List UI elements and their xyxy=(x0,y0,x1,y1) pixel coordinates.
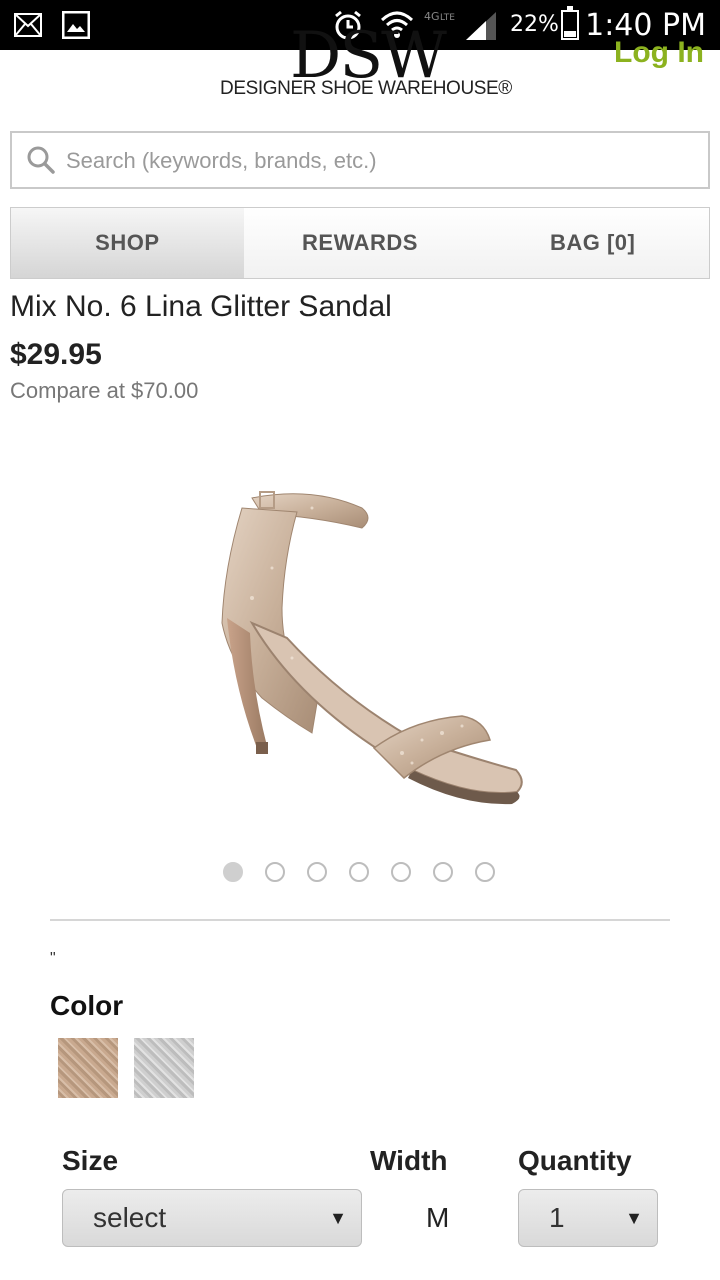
product-title: Mix No. 6 Lina Glitter Sandal xyxy=(10,290,392,323)
dropdown-arrow-icon: ▼ xyxy=(329,1208,347,1228)
search-box[interactable] xyxy=(10,131,710,189)
carousel-dot[interactable] xyxy=(349,862,369,882)
carousel-dot[interactable] xyxy=(475,862,495,882)
search-input[interactable] xyxy=(64,139,698,183)
color-label: Color xyxy=(50,990,124,1021)
stray-quote-mark: " xyxy=(50,950,56,967)
width-label: Width xyxy=(370,1145,448,1176)
product-image[interactable] xyxy=(112,448,608,824)
carousel-dot[interactable] xyxy=(265,862,285,882)
sandal-image xyxy=(221,491,523,805)
width-value: M xyxy=(426,1202,450,1233)
tab-bag[interactable]: BAG [0] xyxy=(476,208,709,278)
color-swatch-gold[interactable] xyxy=(58,1038,118,1098)
carousel-dot[interactable] xyxy=(433,862,453,882)
site-header: DSW DESIGNER SHOE WAREHOUSE® Log In xyxy=(0,24,720,110)
dropdown-arrow-icon: ▼ xyxy=(625,1208,643,1228)
carousel-dot[interactable] xyxy=(391,862,411,882)
signal-icon xyxy=(464,10,498,46)
compare-price: Compare at $70.00 xyxy=(10,378,199,403)
battery-percent: 22% xyxy=(510,12,559,37)
tab-rewards[interactable]: REWARDS xyxy=(244,208,477,278)
product-price: $29.95 xyxy=(10,338,102,371)
quantity-select-value: 1 xyxy=(549,1202,565,1233)
login-link[interactable]: Log In xyxy=(614,36,704,70)
divider xyxy=(50,919,670,921)
image-icon xyxy=(61,10,91,43)
nav-tabs: SHOP REWARDS BAG [0] xyxy=(10,207,710,279)
quantity-label: Quantity xyxy=(518,1145,632,1176)
color-swatch-silver[interactable] xyxy=(134,1038,194,1098)
size-label: Size xyxy=(62,1145,119,1176)
search-icon xyxy=(27,146,55,174)
battery-icon xyxy=(561,6,579,40)
carousel-dot[interactable] xyxy=(223,862,243,882)
tab-shop[interactable]: SHOP xyxy=(11,208,244,278)
carousel-dot[interactable] xyxy=(307,862,327,882)
mail-icon xyxy=(14,13,42,41)
logo-subtitle[interactable]: DESIGNER SHOE WAREHOUSE® xyxy=(220,78,512,100)
size-select[interactable]: select ▼ xyxy=(62,1189,362,1247)
image-carousel-dots xyxy=(0,860,720,884)
size-select-value: select xyxy=(93,1202,167,1233)
quantity-select[interactable]: 1 ▼ xyxy=(518,1189,658,1247)
